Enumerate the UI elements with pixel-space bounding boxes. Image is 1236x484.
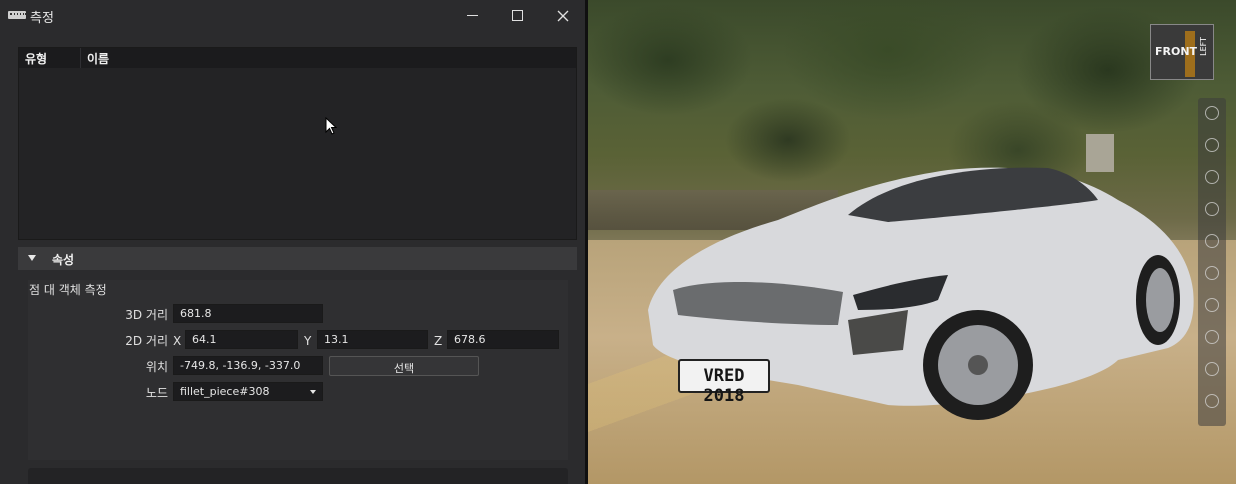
distance2d-label: 2D 거리 [125,334,168,348]
select-button[interactable]: 선택 [329,356,479,376]
x-label: X [173,334,182,348]
column-divider[interactable] [80,48,81,68]
z-label: Z [434,334,443,348]
pan-icon[interactable] [1205,106,1219,120]
measure-panel: 측정 유형 이름 속성 점 대 객체 측정 3D 거리 681.8 2D 거리 … [0,0,588,484]
column-header-type[interactable]: 유형 [25,50,47,67]
maximize-button[interactable] [494,0,540,31]
properties-header[interactable]: 속성 [18,247,577,270]
close-button[interactable] [540,0,586,31]
properties-body: 점 대 객체 측정 3D 거리 681.8 2D 거리 X 64.1 Y 13.… [28,280,568,460]
navigation-toolbar [1198,98,1226,426]
walk-icon[interactable] [1205,234,1219,248]
position-label: 위치 [145,360,168,374]
window-title: 측정 [30,11,54,26]
view-cube-front-label[interactable]: FRONT [1155,45,1197,58]
close-icon [557,10,569,21]
column-header-name[interactable]: 이름 [87,50,109,67]
minimize-icon [466,15,478,16]
settings-icon[interactable] [1205,394,1219,408]
title-bar[interactable]: 측정 [0,0,585,31]
z-field[interactable]: 678.6 [447,330,559,349]
rewind-icon[interactable] [1205,330,1219,344]
up-down-icon[interactable] [1205,362,1219,376]
section-title: 점 대 객체 측정 [29,283,107,297]
ruler-icon [8,11,26,19]
maximize-icon [511,10,523,21]
view-cube-left-label[interactable]: LEFT [1199,37,1208,56]
chevron-down-icon [310,390,316,394]
distance3d-field[interactable]: 681.8 [173,304,323,323]
center-icon[interactable] [1205,298,1219,312]
minimize-button[interactable] [449,0,495,31]
node-dropdown[interactable]: fillet_piece#308 [173,382,323,401]
measurement-list[interactable]: 유형 이름 [18,47,577,240]
distance3d-label: 3D 거리 [125,308,168,322]
bottom-panel [28,468,568,484]
collapse-arrow-icon[interactable] [28,255,36,261]
properties-title: 속성 [52,253,75,267]
look-icon[interactable] [1205,202,1219,216]
3d-viewport[interactable]: VRED 2018 FRONT LEFT [588,0,1236,484]
list-header: 유형 이름 [19,48,576,68]
license-plate: VRED 2018 [678,359,770,406]
zoom-icon[interactable] [1205,170,1219,184]
mouse-cursor-icon [325,117,337,135]
node-label: 노드 [145,386,168,400]
view-cube[interactable]: FRONT LEFT [1150,24,1214,80]
x-field[interactable]: 64.1 [185,330,298,349]
position-field[interactable]: -749.8, -136.9, -337.0 [173,356,323,375]
fly-icon[interactable] [1205,266,1219,280]
y-label: Y [304,334,312,348]
orbit-icon[interactable] [1205,138,1219,152]
node-value: fillet_piece#308 [180,385,270,398]
y-field[interactable]: 13.1 [317,330,428,349]
